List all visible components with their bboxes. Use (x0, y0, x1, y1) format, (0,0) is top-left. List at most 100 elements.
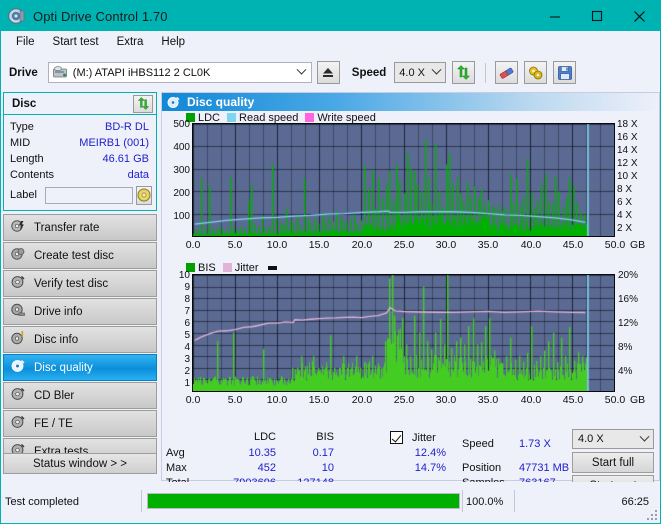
chart2-plot-area (192, 274, 615, 392)
disc-value-type: BD-R DL (104, 121, 149, 133)
sidebar-item-cd-bler[interactable]: CD Bler (3, 382, 157, 409)
legend-item-jitter: Jitter (222, 261, 259, 274)
chart2-xtick-50: 50.0 (604, 394, 626, 406)
legend-label-jitter: Jitter (234, 261, 259, 274)
disc-refresh-button[interactable] (133, 94, 153, 113)
status-message: Test completed (5, 496, 79, 508)
sidebar-label: Create test disc (34, 249, 114, 262)
resize-grip[interactable] (647, 510, 657, 520)
chart2-xtick-30: 30.0 (435, 394, 457, 406)
chart2-canvas (193, 275, 614, 391)
status-window-button[interactable]: Status window > > (3, 453, 157, 474)
chart2-xtick-40: 40.0 (520, 394, 542, 406)
window-title: Opti Drive Control 1.70 (33, 8, 168, 24)
disc-key-mid: MID (10, 137, 31, 149)
disc-icon (11, 303, 25, 320)
stats-bis-avg: 0.17 (312, 447, 334, 459)
stats-speed-label: Speed (462, 438, 494, 450)
disc-label-input[interactable] (44, 186, 133, 204)
menu-file[interactable]: File (7, 34, 44, 50)
chevron-down-icon[interactable] (635, 430, 653, 449)
sidebar-item-disc-info[interactable]: Disc info (3, 326, 157, 353)
chart1-y2tick-18x: 18 X (617, 119, 638, 130)
chart2-xtick-35: 35.0 (477, 394, 499, 406)
chevron-down-icon[interactable] (293, 63, 311, 82)
chart1-y2tick-6x: 6 X (617, 197, 633, 208)
stats-ldc-max: 452 (257, 462, 276, 474)
sidebar-item-fe-te[interactable]: FE / TE (3, 410, 157, 437)
statusbar-separator-2 (462, 490, 463, 512)
chart1-ytick-300: 300 (173, 165, 190, 176)
chart2-legend: BIS Jitter (162, 261, 659, 274)
disc-key-contents: Contents (10, 169, 55, 181)
stats-jitter-max: 14.7% (414, 462, 446, 474)
legend-swatch-jitter (222, 263, 232, 272)
menu-help[interactable]: Help (152, 34, 194, 50)
disc-icon (11, 331, 25, 348)
menu-extra[interactable]: Extra (108, 34, 153, 50)
start-full-button[interactable]: Start full (572, 452, 654, 473)
chart1-y2tick-14x: 14 X (617, 145, 638, 156)
disc-icon (11, 359, 25, 376)
close-button[interactable] (618, 1, 660, 31)
sidebar-label: CD Bler (34, 389, 75, 402)
stats-ldc-avg: 10.35 (248, 447, 276, 459)
sidebar-item-verify-test-disc[interactable]: Verify test disc (3, 270, 157, 297)
chart1-y2tick-12x: 12 X (617, 158, 638, 169)
legend-label-ldc: LDC (198, 111, 221, 124)
disc-row-label: Label (4, 184, 156, 206)
menu-start-test[interactable]: Start test (44, 34, 108, 50)
chart1-xtick-0: 0.0 (185, 239, 201, 251)
sidebar-label: Transfer rate (34, 221, 100, 234)
main-panel-header: Disc quality (162, 93, 659, 111)
chart2-xunit: GB (630, 394, 646, 406)
maximize-button[interactable] (576, 1, 618, 31)
legend-label-bis: BIS (198, 261, 216, 274)
chart2-xtick-15: 15.0 (308, 394, 330, 406)
chart1-xtick-5: 5.0 (227, 239, 243, 251)
disc-icon (11, 387, 25, 404)
speed-value: 4.0 X (399, 66, 425, 79)
stats-row-max: Max (166, 462, 187, 474)
save-button[interactable] (553, 61, 577, 84)
statusbar-separator-1 (141, 490, 142, 512)
disc-label-browse-button[interactable] (135, 185, 152, 205)
drive-select[interactable]: (M:) ATAPI iHBS112 2 CL0K (47, 62, 312, 83)
legend-item-ldc: LDC (186, 112, 220, 124)
drive-value: (M:) ATAPI iHBS112 2 CL0K (72, 66, 211, 79)
jitter-checkbox[interactable] (390, 431, 403, 444)
eject-button[interactable] (316, 61, 340, 84)
sidebar-item-create-test-disc[interactable]: Create test disc (3, 242, 157, 269)
disc-icon (167, 96, 180, 109)
speed-select[interactable]: 4.0 X (394, 62, 447, 83)
sidebar-label: Drive info (34, 305, 83, 318)
chart2-xtick-0: 0.0 (185, 394, 201, 406)
nav-list: Transfer rate Create test disc Verify te… (3, 214, 157, 466)
legend-marker-icon (267, 265, 277, 270)
chart2-xtick-5: 5.0 (227, 394, 243, 406)
chart1-y2tick-16x: 16 X (617, 132, 638, 143)
sidebar-item-drive-info[interactable]: Drive info (3, 298, 157, 325)
disc-icon (11, 219, 25, 236)
disc-info-box: Disc Type BD-R DL MID MEIRB1 (001) Lengt… (3, 92, 157, 211)
chart1-y2tick-4x: 4 X (617, 210, 633, 221)
status-bar: Test completed 100.0% 66:25 (1, 482, 660, 523)
minimize-button[interactable] (534, 1, 576, 31)
erase-button[interactable] (495, 61, 519, 84)
chevron-down-icon[interactable] (427, 63, 445, 82)
chart2-y2tick-20pct: 20% (618, 270, 639, 281)
gold-disc-button[interactable] (524, 61, 548, 84)
disc-key-label: Label (10, 189, 37, 201)
disc-value-length: 46.61 GB (102, 153, 149, 165)
test-speed-select[interactable]: 4.0 X (572, 429, 654, 449)
statusbar-separator-3 (514, 490, 515, 512)
chart1-y2tick-2x: 2 X (617, 223, 633, 234)
legend-swatch-write-speed (305, 113, 315, 122)
sidebar-item-disc-quality[interactable]: Disc quality (3, 354, 157, 381)
refresh-button[interactable] (452, 61, 476, 84)
sidebar-item-transfer-rate[interactable]: Transfer rate (3, 214, 157, 241)
stats-col-bis: BIS (316, 431, 334, 443)
stats-speed-value: 1.73 X (519, 438, 551, 450)
main-panel: Disc quality LDC Read speed Write speed (161, 92, 660, 496)
stats-col-ldc: LDC (253, 431, 276, 443)
